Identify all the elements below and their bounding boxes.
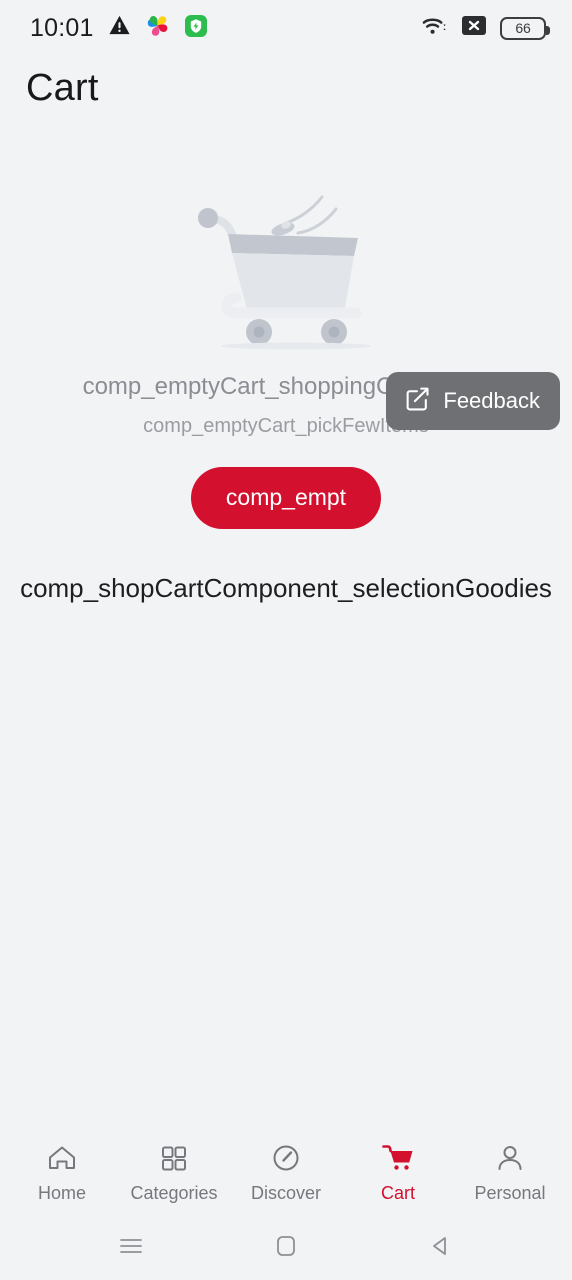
tab-home-label: Home [37, 1182, 86, 1203]
tab-discover[interactable]: Discover [232, 1141, 340, 1204]
wifi-icon [421, 15, 448, 42]
edit-square-icon [404, 385, 431, 417]
back-button[interactable] [405, 1224, 477, 1272]
tab-categories-label: Categories [130, 1182, 218, 1203]
tab-home[interactable]: Home [8, 1141, 116, 1204]
home-icon [46, 1141, 78, 1175]
status-time: 10:01 [30, 13, 94, 42]
battery-icon: 66 [500, 16, 550, 40]
feedback-button[interactable]: Feedback [386, 371, 560, 430]
page-title: Cart [26, 67, 99, 109]
green-shield-icon [184, 14, 208, 43]
tab-cart-label: Cart [380, 1182, 415, 1203]
battery-level: 66 [515, 20, 531, 36]
android-navigation-bar [0, 1216, 572, 1280]
triangle-left-icon [428, 1233, 454, 1264]
warning-icon [108, 14, 131, 42]
home-button[interactable] [250, 1224, 322, 1272]
pinwheel-icon [145, 13, 170, 43]
status-bar-right: 66 [421, 14, 550, 42]
tab-cart[interactable]: Cart [344, 1141, 452, 1204]
tab-categories[interactable]: Categories [120, 1141, 228, 1204]
status-bar-left: 10:01 [30, 13, 208, 43]
tab-personal-label: Personal [474, 1182, 546, 1203]
feedback-label: Feedback [443, 387, 540, 413]
square-icon [273, 1233, 299, 1264]
grid-icon [158, 1141, 190, 1175]
go-shopping-button[interactable]: comp_empt [191, 466, 381, 529]
recents-button[interactable] [95, 1224, 167, 1272]
recommendation-section-heading: comp_shopCartComponent_selectionGoodies [20, 572, 552, 603]
menu-lines-icon [117, 1235, 145, 1262]
main-content: comp_emptyCart_shoppingCartEmpty comp_em… [0, 112, 572, 1128]
bottom-tab-bar: Home Categories Discover Cart Personal [0, 1128, 572, 1216]
status-bar: 10:01 66 [0, 0, 572, 56]
person-icon [494, 1141, 526, 1175]
compass-icon [270, 1141, 302, 1175]
tab-discover-label: Discover [250, 1182, 321, 1203]
phone-screen: 10:01 66 Cart comp_emptyCart_shoppingCar… [0, 0, 572, 1280]
empty-cart-illustration [186, 176, 386, 351]
tab-personal[interactable]: Personal [456, 1141, 564, 1204]
no-signal-icon [461, 14, 487, 42]
cart-icon [381, 1141, 415, 1175]
